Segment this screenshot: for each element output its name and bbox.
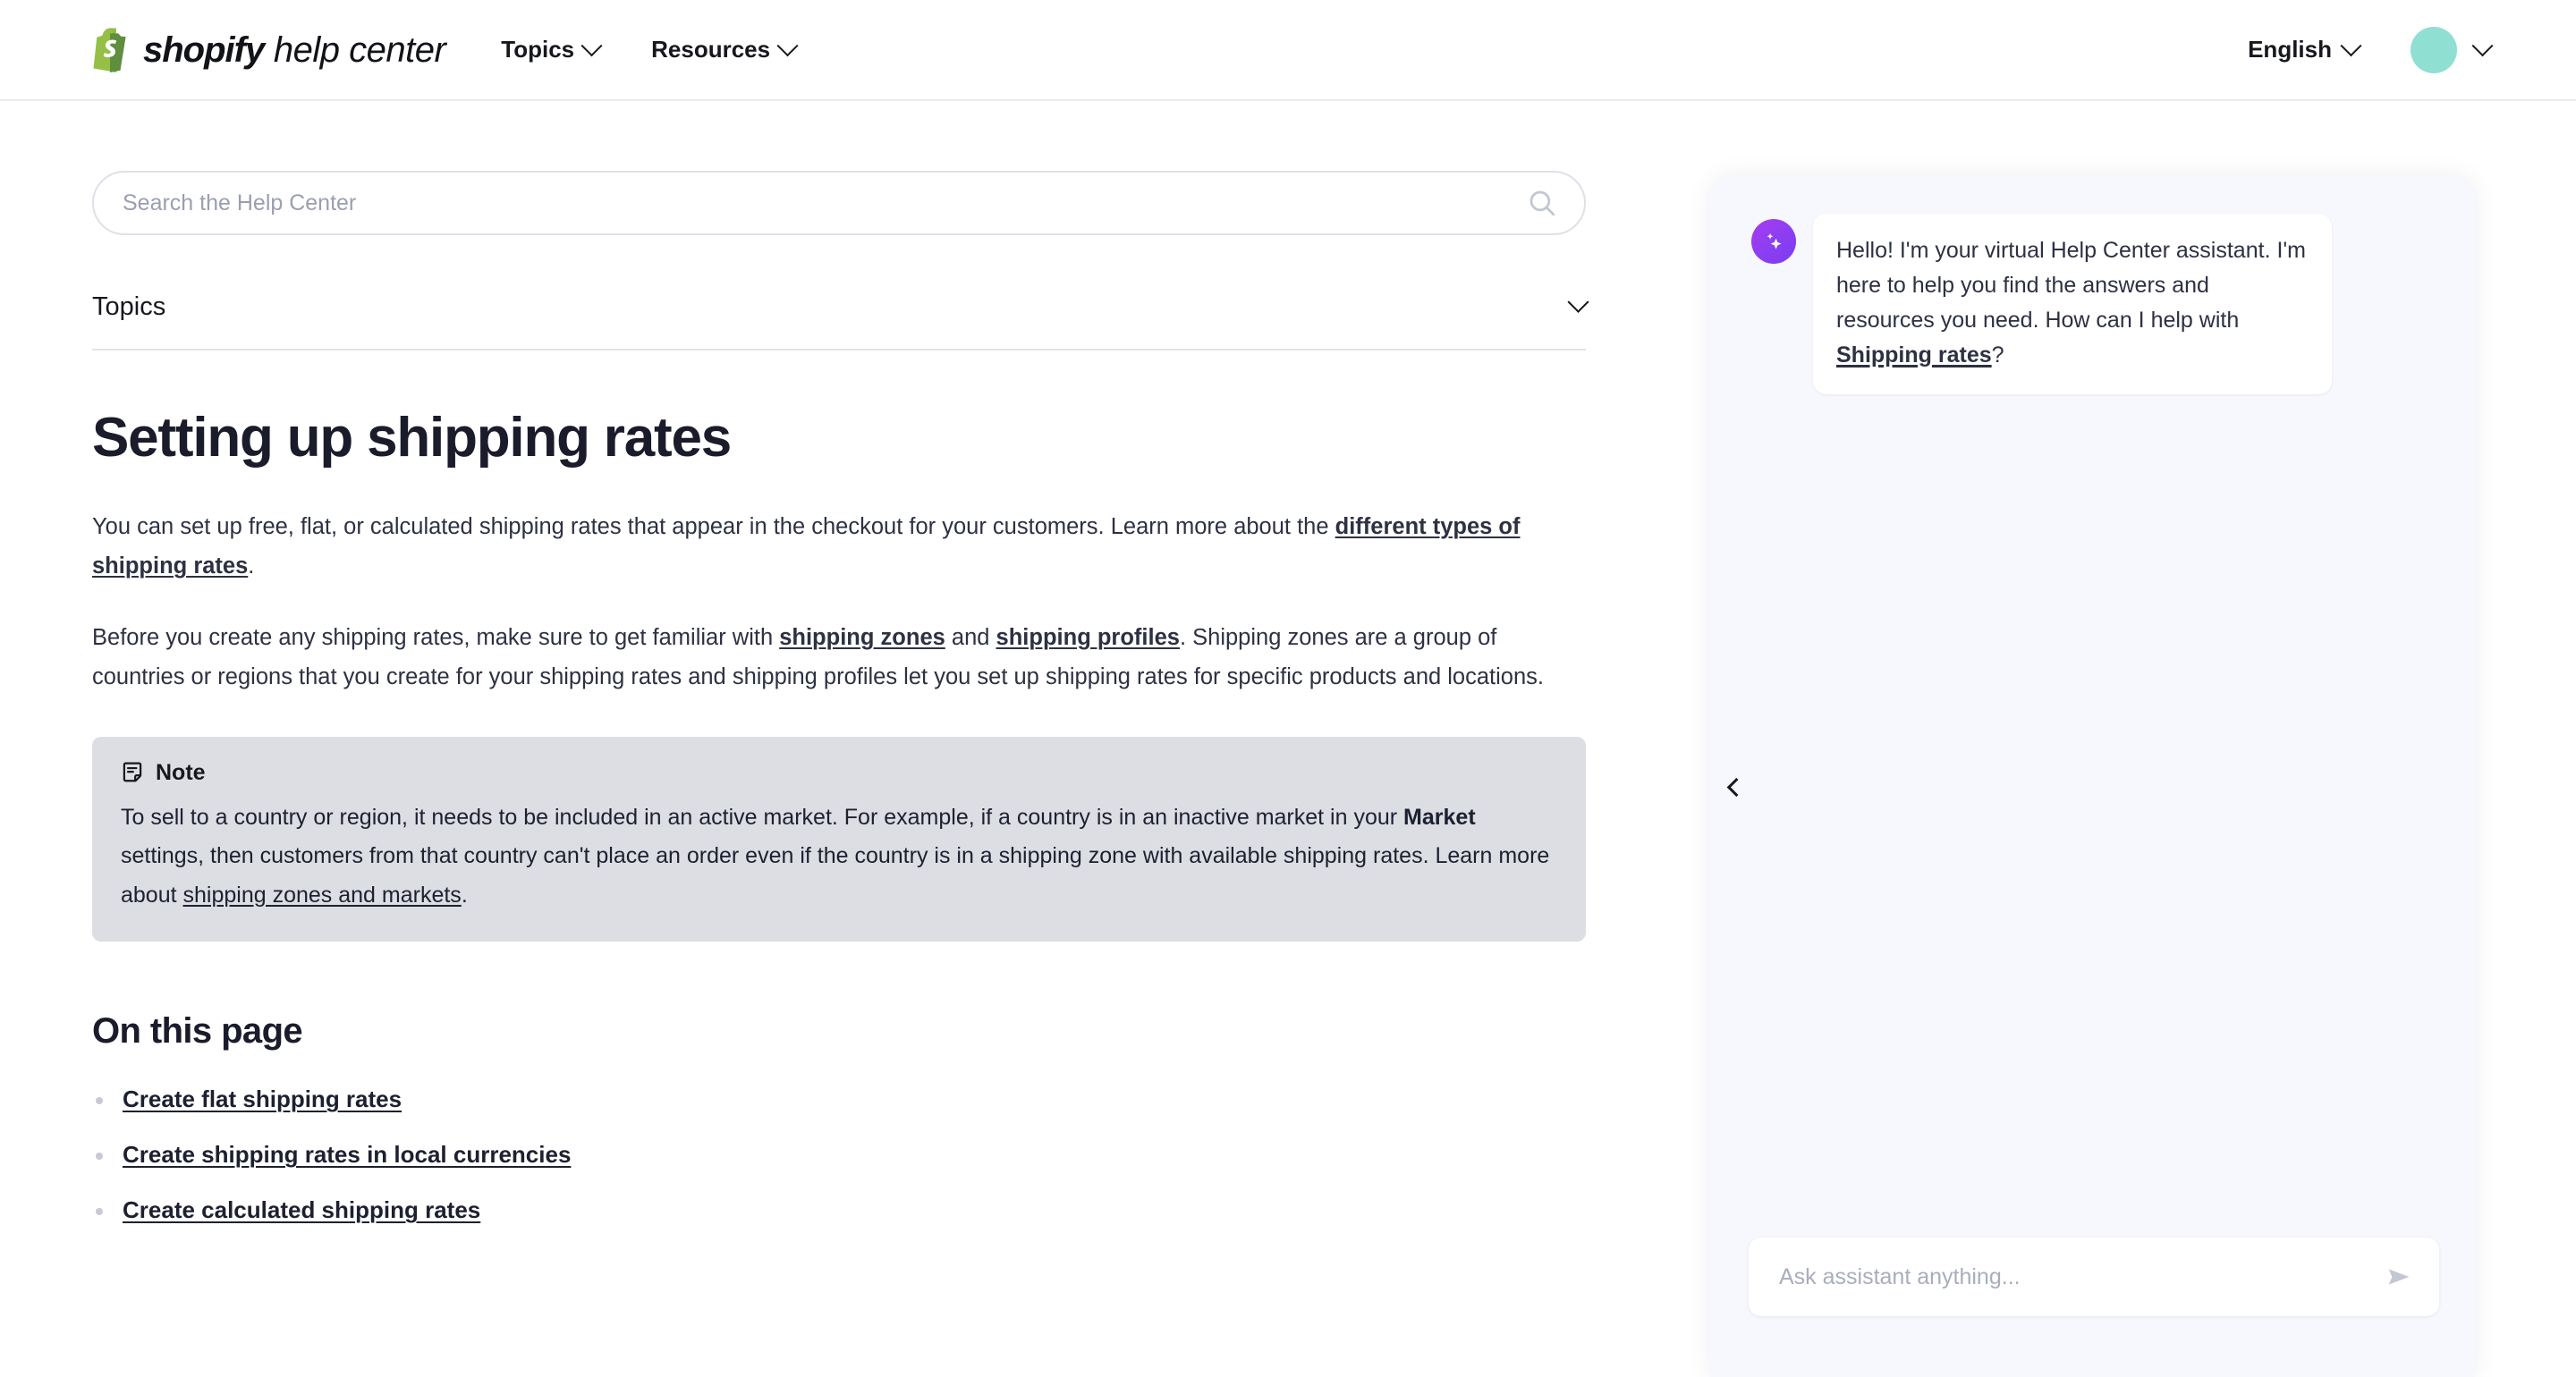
note-title: Note (156, 760, 206, 786)
note-icon (121, 761, 144, 784)
language-selector[interactable]: English (2248, 36, 2359, 63)
list-item: Create flat shipping rates (92, 1086, 1650, 1113)
collapse-panel-button[interactable] (1717, 766, 1750, 807)
chevron-down-icon (2340, 35, 2361, 56)
topics-accordion[interactable]: Topics (92, 292, 1586, 351)
send-button[interactable] (2382, 1260, 2416, 1294)
avatar (2411, 27, 2457, 73)
chevron-down-icon (581, 35, 603, 56)
assistant-message-after: ? (1992, 342, 2004, 367)
send-icon (2385, 1263, 2413, 1291)
chevron-down-icon (1567, 291, 1589, 313)
assistant-message-before: Hello! I'm your virtual Help Center assi… (1836, 238, 2306, 333)
paragraph-1-text-before: You can set up free, flat, or calculated… (92, 514, 1335, 539)
assistant-message-bubble: Hello! I'm your virtual Help Center assi… (1813, 214, 2332, 394)
note-bold-market: Market (1403, 805, 1476, 830)
article-paragraph-1: You can set up free, flat, or calculated… (92, 508, 1586, 587)
link-shipping-profiles[interactable]: shipping profiles (996, 625, 1180, 650)
note-body-text-1: To sell to a country or region, it needs… (121, 805, 1403, 830)
assistant-avatar (1751, 219, 1796, 264)
note-header: Note (121, 760, 1557, 786)
link-shipping-zones[interactable]: shipping zones (779, 625, 945, 650)
on-this-page-link-1[interactable]: Create shipping rates in local currencie… (123, 1141, 571, 1168)
list-item: Create calculated shipping rates (92, 1196, 1650, 1224)
primary-nav: Topics Resources (501, 36, 795, 63)
sparkle-icon (1761, 229, 1786, 254)
nav-item-resources-label: Resources (651, 36, 770, 63)
on-this-page-link-0[interactable]: Create flat shipping rates (123, 1086, 402, 1112)
chevron-down-icon (2471, 35, 2493, 56)
page-title: Setting up shipping rates (92, 408, 1650, 469)
assistant-message-row: Hello! I'm your virtual Help Center assi… (1710, 176, 2475, 394)
paragraph-2-text-1: Before you create any shipping rates, ma… (92, 625, 779, 650)
main-content: Topics Setting up shipping rates You can… (0, 101, 1704, 1252)
assistant-panel: Hello! I'm your virtual Help Center assi… (1710, 176, 2475, 1377)
article-paragraph-2: Before you create any shipping rates, ma… (92, 619, 1586, 697)
shopify-bag-icon (89, 27, 131, 73)
language-label: English (2248, 36, 2332, 63)
brand-name-bold: shopify (143, 30, 264, 70)
header-right-cluster: English (2248, 27, 2490, 73)
on-this-page-title: On this page (92, 1011, 1650, 1052)
link-shipping-zones-and-markets[interactable]: shipping zones and markets (183, 883, 462, 908)
site-header: shopify help center Topics Resources Eng… (0, 0, 2576, 101)
assistant-composer (1749, 1238, 2439, 1316)
on-this-page-list: Create flat shipping rates Create shippi… (92, 1086, 1650, 1224)
chevron-left-icon (1726, 777, 1745, 796)
assistant-message-text: Hello! I'm your virtual Help Center assi… (1836, 233, 2309, 373)
assistant-input[interactable] (1749, 1238, 2439, 1316)
nav-item-resources[interactable]: Resources (651, 36, 795, 63)
nav-item-topics-label: Topics (501, 36, 574, 63)
search-bar (92, 171, 1586, 235)
list-item: Create shipping rates in local currencie… (92, 1141, 1650, 1169)
nav-item-topics[interactable]: Topics (501, 36, 599, 63)
search-input[interactable] (92, 171, 1586, 235)
on-this-page-link-2[interactable]: Create calculated shipping rates (123, 1196, 480, 1223)
brand-name-light: help center (264, 30, 445, 70)
paragraph-1-text-after: . (248, 553, 254, 579)
link-shipping-rates[interactable]: Shipping rates (1836, 342, 1992, 367)
note-body-text-3: . (462, 883, 468, 908)
topics-accordion-label: Topics (92, 292, 165, 322)
paragraph-2-text-2: and (945, 625, 996, 650)
account-menu[interactable] (2411, 27, 2490, 73)
brand-wordmark: shopify help center (143, 32, 445, 68)
note-body: To sell to a country or region, it needs… (121, 798, 1557, 916)
brand-logo[interactable]: shopify help center (89, 27, 445, 73)
note-callout: Note To sell to a country or region, it … (92, 737, 1586, 942)
chevron-down-icon (777, 35, 799, 56)
